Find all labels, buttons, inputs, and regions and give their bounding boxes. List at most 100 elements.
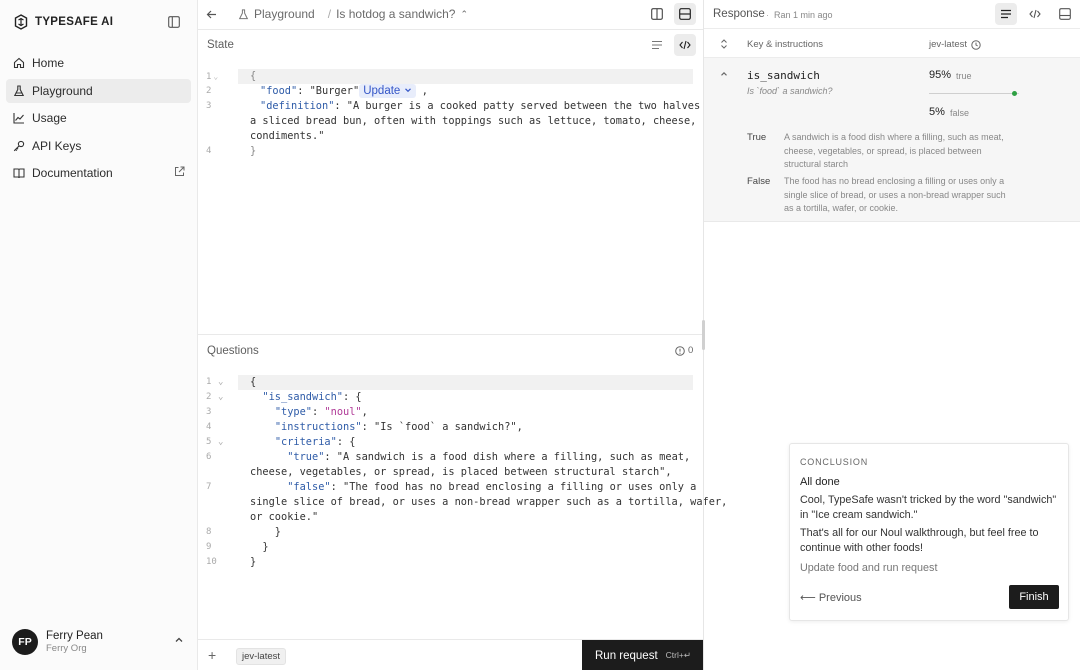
breadcrumb-switcher-icon[interactable]: ⌃: [460, 9, 468, 20]
code-line: 2 "food": "Burger" Update ,: [198, 84, 703, 99]
breadcrumb-current[interactable]: Is hotdog a sandwich?: [336, 7, 455, 21]
code-text: cheese, vegetables, or spread, is placed…: [250, 466, 672, 478]
app-root: TYPESAFE AI Home Playground Usage API Ke…: [0, 0, 1080, 670]
column-header-version[interactable]: jev-latest: [929, 39, 981, 50]
true-label: true: [956, 71, 972, 81]
code-line: 7 "false": "The food has no bread enclos…: [198, 480, 703, 495]
chevron-up-icon[interactable]: [720, 70, 728, 78]
response-list-view-button[interactable]: [995, 3, 1017, 25]
chevron-down-icon: [404, 88, 411, 93]
book-icon: [13, 168, 25, 179]
user-org: Ferry Org: [46, 643, 87, 654]
home-icon: [13, 57, 25, 69]
code-text: "true": "A sandwich is a food dish where…: [287, 451, 691, 463]
code-line: condiments.": [198, 129, 703, 144]
code-line: 1 ⌄{: [198, 375, 703, 390]
chevron-up-icon[interactable]: [174, 635, 184, 645]
code-text: "type": "noul",: [274, 406, 368, 418]
line-number: 3: [206, 407, 212, 417]
previous-button[interactable]: ⟵ Previous: [800, 591, 862, 604]
sidebar-item-usage[interactable]: Usage: [6, 106, 191, 130]
run-request-button[interactable]: Run request Ctrl+↵: [582, 640, 703, 670]
state-code-view-button[interactable]: [674, 34, 696, 56]
code-text: {: [250, 70, 257, 82]
brand-name: TYPESAFE AI: [35, 16, 114, 28]
conclusion-text-2: That's all for our Noul walkthrough, but…: [800, 527, 1039, 554]
code-text: a sliced bread bun, often with toppings …: [250, 115, 722, 127]
clock-icon: [971, 39, 981, 50]
version-chip[interactable]: jev-latest: [236, 648, 287, 665]
sidebar-item-documentation[interactable]: Documentation: [6, 161, 191, 185]
add-version-button[interactable]: +: [208, 647, 216, 663]
code-line: 6 "true": "A sandwich is a food dish whe…: [198, 450, 703, 465]
questions-editor[interactable]: 1 ⌄{2 ⌄ "is_sandwich": {3 "type": "noul", 4…: [198, 375, 727, 570]
sidebar-item-label: Home: [32, 56, 65, 70]
code-icon: [679, 40, 691, 50]
line-number: 3: [206, 101, 212, 111]
fold-chevron-icon[interactable]: ⌄: [218, 435, 240, 450]
conclusion-title: All done: [800, 476, 840, 488]
breadcrumb: Playground / Is hotdog a sandwich? ⌃: [238, 7, 468, 21]
avatar: FP: [12, 629, 38, 655]
line-number: 9: [206, 542, 212, 552]
brand[interactable]: TYPESAFE AI: [14, 12, 113, 32]
code-icon: [1029, 9, 1041, 19]
probability-bar-fill: [929, 93, 1015, 94]
conclusion-text-1: Cool, TypeSafe wasn't tricked by the wor…: [800, 494, 1057, 521]
false-percentage: 5%: [929, 106, 945, 118]
fold-chevron-icon[interactable]: ⌄: [218, 375, 240, 390]
external-link-icon[interactable]: [174, 166, 185, 177]
typesafe-logo-icon: [14, 14, 28, 30]
code-text: }: [250, 526, 281, 538]
line-number: 6: [206, 452, 212, 462]
panel-bottom-icon: [1059, 8, 1071, 20]
code-line: or cookie.": [198, 510, 703, 525]
columns-icon: [651, 8, 663, 20]
code-line: single slice of bread, or uses a non-bre…: [198, 495, 727, 510]
finish-button[interactable]: Finish: [1009, 585, 1059, 609]
code-text: "instructions": "Is `food` a sandwich?",: [274, 421, 523, 433]
state-form-view-button[interactable]: [646, 34, 668, 56]
breadcrumb-playground[interactable]: Playground: [254, 7, 315, 21]
user-info: Ferry Pean Ferry Org: [46, 629, 103, 655]
code-text: }: [250, 556, 257, 568]
update-food-button[interactable]: Update: [359, 84, 416, 98]
fold-chevron-icon[interactable]: ⌄: [218, 390, 240, 405]
user-menu[interactable]: FP Ferry Pean Ferry Org: [12, 627, 188, 657]
split-horizontal-button[interactable]: [674, 3, 696, 25]
run-request-label: Run request: [595, 649, 658, 662]
response-code-view-button[interactable]: [1024, 3, 1046, 25]
response-layout-button[interactable]: [1054, 3, 1076, 25]
code-text: {: [250, 376, 257, 388]
sidebar-item-label: API Keys: [32, 138, 82, 153]
sidebar-item-home[interactable]: Home: [6, 51, 191, 75]
split-vertical-button[interactable]: [646, 3, 668, 25]
sidebar-collapse-button[interactable]: [166, 14, 182, 30]
state-editor[interactable]: 1 ⌄ { 2 "food": "Burger" Update , 3 "defin…: [198, 69, 721, 159]
lines-icon: [652, 40, 662, 50]
sidebar-item-playground[interactable]: Playground: [6, 78, 191, 103]
code-text: "food": "Burger" Update ,: [260, 84, 428, 98]
top-bar: Playground / Is hotdog a sandwich? ⌃: [198, 0, 703, 28]
probability-bar: [929, 91, 1019, 96]
code-text: "criteria": {: [274, 436, 356, 448]
questions-error-count[interactable]: 0: [675, 345, 693, 356]
resize-handle[interactable]: [702, 320, 705, 350]
code-text: "is_sandwich": {: [262, 391, 362, 403]
sidebar-nav: Home Playground Usage API Keys Documenta…: [6, 51, 191, 189]
conclusion-hint: Update food and run request: [800, 562, 938, 574]
code-line: 8 }: [198, 525, 703, 540]
code-line: 4 }: [198, 144, 703, 159]
response-row-is-sandwich: is_sandwich Is `food` a sandwich? 95% tr…: [704, 58, 1080, 222]
code-text: condiments.": [250, 130, 325, 142]
flask-icon: [238, 8, 249, 19]
back-arrow-icon[interactable]: [206, 9, 217, 20]
response-table-header: Key & instructions jev-latest: [704, 28, 1080, 58]
sidebar-item-label: Usage: [32, 111, 67, 126]
state-title: State: [207, 39, 234, 51]
criteria-true-label: True: [747, 132, 767, 143]
sidebar-item-api-keys[interactable]: API Keys: [6, 134, 191, 158]
expand-collapse-icon[interactable]: [720, 39, 728, 49]
sidebar-item-label: Documentation: [32, 166, 113, 181]
conclusion-label: CONCLUSION: [800, 457, 869, 467]
